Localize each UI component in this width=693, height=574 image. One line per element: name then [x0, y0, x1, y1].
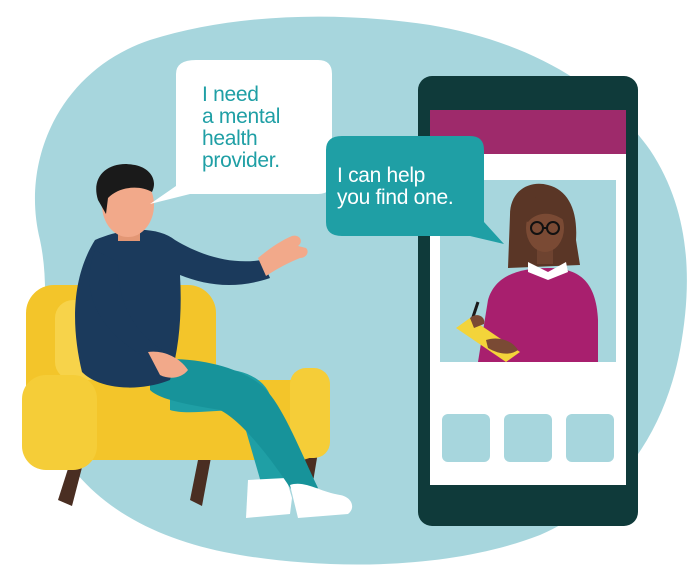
assistant-message-line: you find one. [337, 186, 454, 209]
assistant-message-line: I can help [337, 164, 426, 187]
user-message-line: I need [202, 83, 259, 106]
action-tile-2[interactable] [504, 414, 552, 462]
user-message-line: a mental [202, 105, 281, 128]
action-tile-1[interactable] [442, 414, 490, 462]
assistant-message: I can help you find one. [337, 165, 487, 209]
user-message-line: health [202, 127, 258, 150]
action-tile-3[interactable] [566, 414, 614, 462]
user-message: I need a mental health provider. [202, 84, 322, 172]
user-message-line: provider. [202, 149, 280, 172]
illustration [22, 16, 687, 565]
